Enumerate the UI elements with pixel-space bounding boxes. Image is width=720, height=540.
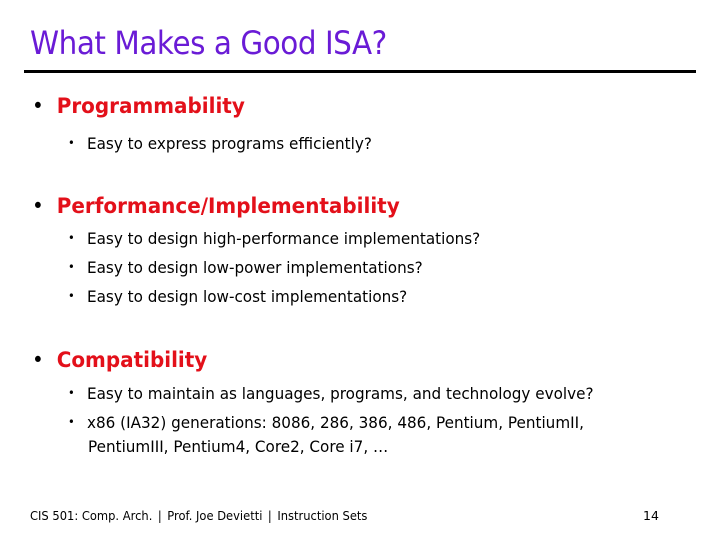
bullet-text: x86 (IA32) generations: 8086, 286, 386, … (87, 413, 584, 432)
section-heading-performance: • Performance/Implementability (32, 194, 400, 218)
heading-text: Compatibility (56, 348, 208, 372)
bullet-item: • Easy to express programs efficiently? (68, 134, 372, 153)
bullet-text: Easy to design low-power implementations… (87, 258, 423, 277)
heading-text: Programmability (56, 94, 245, 118)
bullet-item: • Easy to design low-cost implementations… (68, 287, 407, 306)
section-heading-programmability: • Programmability (32, 94, 245, 118)
slide-footer: CIS 501: Comp. Arch. | Prof. Joe Devietti |… (30, 508, 367, 523)
bullet-text: Easy to design high-performance implemen… (87, 229, 481, 248)
bullet-icon: • (68, 231, 75, 245)
bullet-text: Easy to express programs efficiently? (87, 134, 372, 153)
footer-topic: Instruction Sets (277, 508, 368, 523)
bullet-item: • Easy to design high-performance impleme… (68, 229, 480, 248)
page-number: 14 (643, 508, 659, 523)
bullet-icon: • (32, 94, 44, 118)
footer-course: CIS 501: Comp. Arch. (30, 508, 153, 523)
bullet-continuation: PentiumIII, Pentium4, Core2, Core i7, … (88, 437, 389, 456)
bullet-item: • Easy to design low-power implementation… (68, 258, 423, 277)
bullet-icon: • (68, 289, 75, 303)
footer-instructor: Prof. Joe Devietti (167, 508, 263, 523)
bullet-icon: • (68, 136, 75, 150)
footer-separator: | (157, 508, 162, 523)
heading-text: Performance/Implementability (56, 194, 400, 218)
bullet-item: • Easy to maintain as languages, programs… (68, 384, 594, 403)
bullet-icon: • (68, 260, 75, 274)
bullet-text: Easy to maintain as languages, programs,… (87, 384, 594, 403)
slide-title: What Makes a Good ISA? (30, 24, 387, 62)
bullet-icon: • (32, 348, 44, 372)
bullet-icon: • (68, 415, 75, 429)
section-heading-compatibility: • Compatibility (32, 348, 207, 372)
bullet-text: Easy to design low-cost implementations? (87, 287, 408, 306)
footer-separator: | (267, 508, 272, 523)
bullet-icon: • (68, 386, 75, 400)
title-underline (24, 70, 696, 73)
bullet-item: • x86 (IA32) generations: 8086, 286, 386,… (68, 413, 584, 432)
bullet-icon: • (32, 194, 44, 218)
